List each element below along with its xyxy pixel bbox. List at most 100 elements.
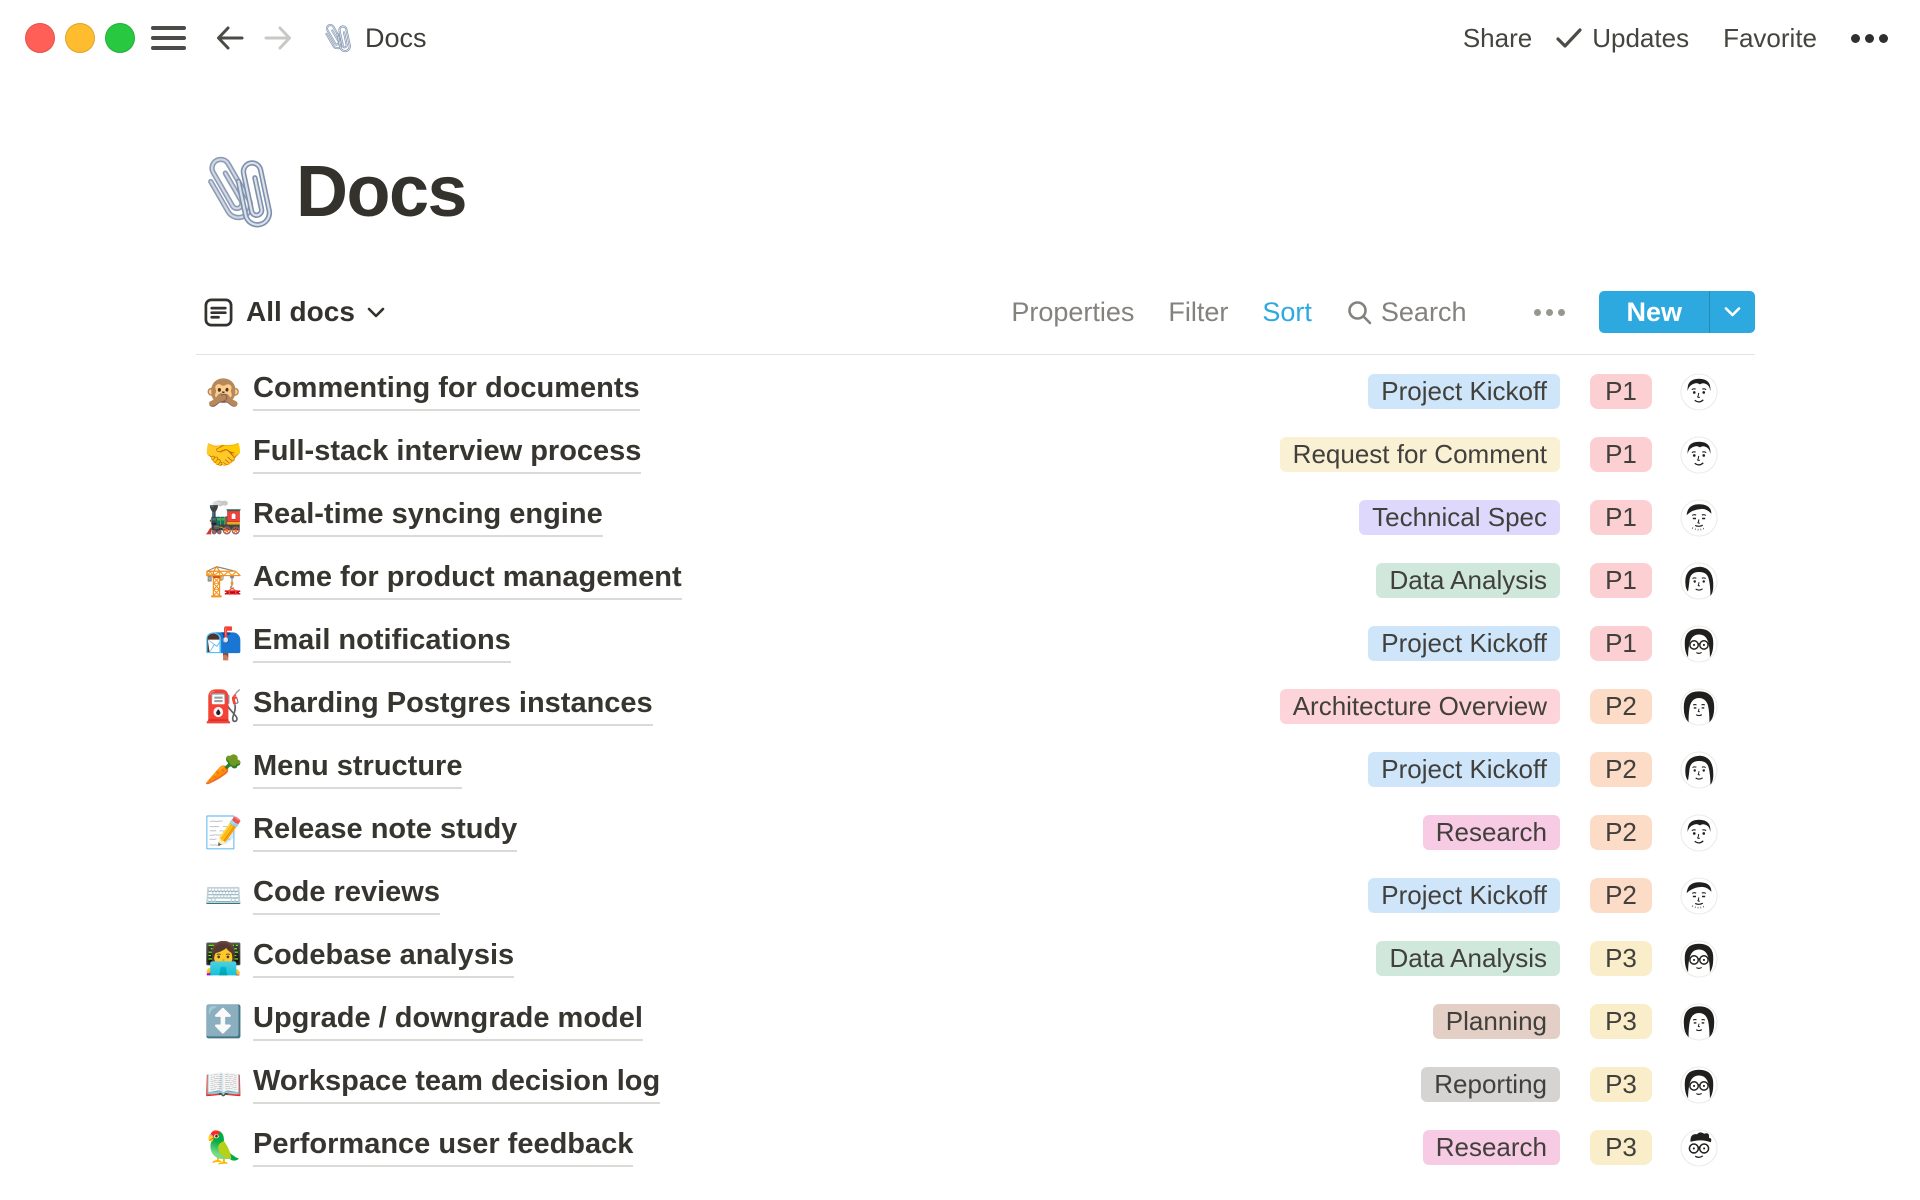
doc-category-tag[interactable]: Architecture Overview (1280, 689, 1560, 724)
doc-priority-badge[interactable]: P1 (1590, 437, 1652, 472)
assignee-avatar[interactable] (1680, 688, 1718, 726)
assignee-avatar[interactable] (1680, 499, 1718, 537)
minimize-window-button[interactable] (65, 23, 95, 53)
doc-row[interactable]: ↕️ Upgrade / downgrade model Planning P3 (196, 990, 1755, 1053)
assignee-avatar[interactable] (1680, 814, 1718, 852)
assignee-avatar[interactable] (1680, 562, 1718, 600)
doc-category-tag[interactable]: Project Kickoff (1368, 752, 1560, 787)
doc-row-properties: Project Kickoff P1 (1368, 373, 1718, 411)
share-button[interactable]: Share (1463, 23, 1532, 54)
doc-priority-badge[interactable]: P2 (1590, 878, 1652, 913)
doc-title-link[interactable]: Performance user feedback (253, 1128, 633, 1167)
doc-priority-badge[interactable]: P1 (1590, 626, 1652, 661)
doc-row[interactable]: ⛽ Sharding Postgres instances Architectu… (196, 675, 1755, 738)
doc-category-tag[interactable]: Project Kickoff (1368, 374, 1560, 409)
forward-button[interactable] (263, 22, 294, 54)
doc-title-link[interactable]: Email notifications (253, 624, 511, 663)
doc-title-link[interactable]: Sharding Postgres instances (253, 687, 653, 726)
doc-category-tag[interactable]: Project Kickoff (1368, 626, 1560, 661)
woman-technologist-icon: 👩‍💻 (204, 943, 238, 974)
doc-row-properties: Project Kickoff P2 (1368, 877, 1718, 915)
assignee-avatar[interactable] (1680, 1003, 1718, 1041)
assignee-avatar[interactable] (1680, 373, 1718, 411)
doc-priority-badge[interactable]: P1 (1590, 374, 1652, 409)
doc-title-link[interactable]: Commenting for documents (253, 372, 640, 411)
doc-category-tag[interactable]: Project Kickoff (1368, 878, 1560, 913)
assignee-avatar[interactable] (1680, 751, 1718, 789)
doc-row[interactable]: 🏗️ Acme for product management Data Anal… (196, 549, 1755, 612)
doc-category-tag[interactable]: Technical Spec (1359, 500, 1560, 535)
new-button[interactable]: New (1599, 291, 1709, 333)
toolbar-more-icon[interactable] (1534, 309, 1565, 316)
sort-button[interactable]: Sort (1262, 297, 1312, 328)
open-book-icon: 📖 (204, 1069, 238, 1100)
doc-row[interactable]: 🚂 Real-time syncing engine Technical Spe… (196, 486, 1755, 549)
window-more-options-icon[interactable] (1851, 34, 1888, 43)
doc-title-link[interactable]: Codebase analysis (253, 939, 514, 978)
assignee-avatar[interactable] (1680, 877, 1718, 915)
new-dropdown-button[interactable] (1709, 291, 1755, 333)
assignee-avatar[interactable] (1680, 1066, 1718, 1104)
doc-priority-badge[interactable]: P1 (1590, 563, 1652, 598)
chevron-down-icon (1724, 307, 1741, 317)
doc-row-properties: Project Kickoff P1 (1368, 625, 1718, 663)
doc-category-tag[interactable]: Request for Comment (1280, 437, 1560, 472)
assignee-avatar[interactable] (1680, 625, 1718, 663)
filter-button[interactable]: Filter (1168, 297, 1228, 328)
doc-row[interactable]: 🦜 Performance user feedback Research P3 (196, 1116, 1755, 1179)
search-button[interactable]: Search (1346, 297, 1467, 328)
assignee-avatar[interactable] (1680, 1129, 1718, 1167)
fuel-pump-icon: ⛽ (204, 691, 238, 722)
doc-title-link[interactable]: Release note study (253, 813, 517, 852)
doc-category-tag[interactable]: Data Analysis (1376, 941, 1560, 976)
doc-title-link[interactable]: Upgrade / downgrade model (253, 1002, 643, 1041)
doc-category-tag[interactable]: Data Analysis (1376, 563, 1560, 598)
doc-priority-badge[interactable]: P3 (1590, 1130, 1652, 1165)
doc-category-tag[interactable]: Planning (1433, 1004, 1560, 1039)
doc-title-link[interactable]: Menu structure (253, 750, 462, 789)
titlebar-actions: Share Updates Favorite (1463, 23, 1888, 54)
doc-title-link[interactable]: Full-stack interview process (253, 435, 641, 474)
doc-title-link[interactable]: Real-time syncing engine (253, 498, 603, 537)
doc-priority-badge[interactable]: P2 (1590, 689, 1652, 724)
doc-row[interactable]: 📝 Release note study Research P2 (196, 801, 1755, 864)
doc-priority-badge[interactable]: P3 (1590, 1004, 1652, 1039)
doc-row[interactable]: ⌨️ Code reviews Project Kickoff P2 (196, 864, 1755, 927)
doc-category-tag[interactable]: Research (1423, 1130, 1560, 1165)
back-button[interactable] (214, 22, 245, 54)
doc-priority-badge[interactable]: P3 (1590, 1067, 1652, 1102)
sidebar-toggle-icon[interactable] (151, 26, 186, 50)
titlebar-doc-title: Docs (365, 23, 427, 54)
doc-category-tag[interactable]: Reporting (1421, 1067, 1560, 1102)
view-selector[interactable]: All docs (196, 296, 385, 328)
doc-row[interactable]: 📬 Email notifications Project Kickoff P1 (196, 612, 1755, 675)
doc-row[interactable]: 📖 Workspace team decision log Reporting … (196, 1053, 1755, 1116)
titlebar-document: Docs (320, 21, 427, 55)
collection-toolbar: All docs Properties Filter Sort Search (196, 290, 1755, 334)
zoom-window-button[interactable] (105, 23, 135, 53)
assignee-avatar[interactable] (1680, 436, 1718, 474)
assignee-avatar[interactable] (1680, 940, 1718, 978)
properties-button[interactable]: Properties (1011, 297, 1134, 328)
check-icon (1556, 27, 1582, 49)
doc-category-tag[interactable]: Research (1423, 815, 1560, 850)
favorite-button[interactable]: Favorite (1723, 23, 1817, 54)
updates-button[interactable]: Updates (1556, 23, 1689, 54)
window-titlebar: Docs Share Updates Favorite (0, 0, 1920, 76)
doc-row-properties: Research P2 (1423, 814, 1718, 852)
doc-priority-badge[interactable]: P1 (1590, 500, 1652, 535)
doc-priority-badge[interactable]: P2 (1590, 752, 1652, 787)
carrot-icon: 🥕 (204, 754, 238, 785)
doc-row[interactable]: 🙊 Commenting for documents Project Kicko… (196, 360, 1755, 423)
building-construction-icon: 🏗️ (204, 565, 238, 596)
doc-row[interactable]: 🤝 Full-stack interview process Request f… (196, 423, 1755, 486)
doc-title-link[interactable]: Acme for product management (253, 561, 682, 600)
close-window-button[interactable] (25, 23, 55, 53)
doc-title-link[interactable]: Code reviews (253, 876, 440, 915)
doc-priority-badge[interactable]: P2 (1590, 815, 1652, 850)
doc-title-link[interactable]: Workspace team decision log (253, 1065, 660, 1104)
doc-row[interactable]: 👩‍💻 Codebase analysis Data Analysis P3 (196, 927, 1755, 990)
doc-priority-badge[interactable]: P3 (1590, 941, 1652, 976)
doc-row[interactable]: 🥕 Menu structure Project Kickoff P2 (196, 738, 1755, 801)
page-icon-paperclips[interactable] (196, 148, 276, 236)
